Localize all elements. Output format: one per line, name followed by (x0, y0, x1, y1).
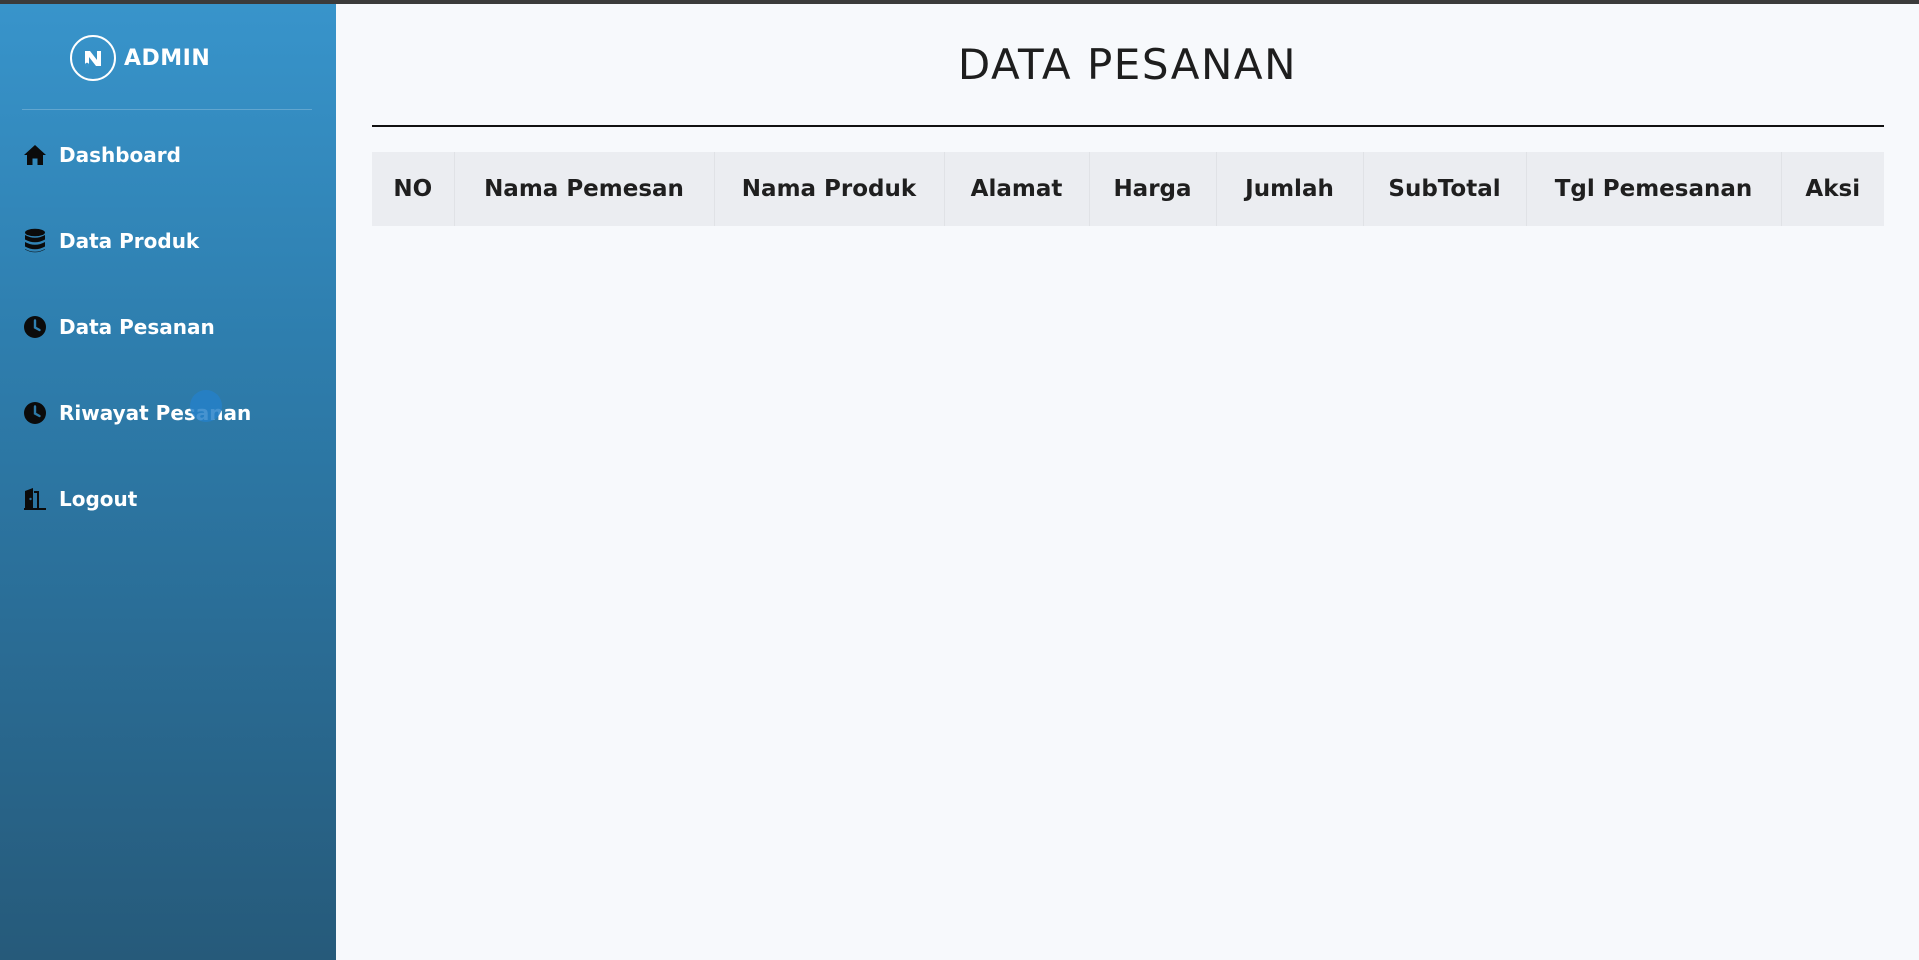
cursor-highlight (190, 390, 222, 422)
title-divider (372, 125, 1884, 127)
door-exit-icon (22, 486, 48, 512)
brand[interactable]: ADMIN (70, 34, 210, 82)
brand-logo-icon (70, 35, 116, 81)
column-header-no: NO (372, 152, 455, 226)
brand-name: ADMIN (124, 45, 211, 71)
home-icon (22, 142, 48, 168)
table-header-row: NO Nama Pemesan Nama Produk Alamat Harga… (372, 152, 1884, 226)
sidebar-item-label: Riwayat Pesanan (59, 401, 252, 425)
sidebar-item-logout[interactable]: Logout (22, 479, 137, 519)
database-icon (22, 228, 48, 254)
sidebar-item-data-produk[interactable]: Data Produk (22, 221, 199, 261)
sidebar-item-label: Logout (59, 487, 138, 511)
column-header-jumlah: Jumlah (1216, 152, 1364, 226)
sidebar-item-data-pesanan[interactable]: Data Pesanan (22, 307, 215, 347)
sidebar: ADMIN Dashboard Data Produk Data Pesanan… (0, 4, 336, 960)
main-content: DATA PESANAN NO Nama Pemesan Nama Produk (336, 4, 1919, 960)
clock-icon (22, 314, 48, 340)
column-header-tgl-pemesanan: Tgl Pemesanan (1526, 152, 1782, 226)
orders-table: NO Nama Pemesan Nama Produk Alamat Harga… (372, 152, 1884, 226)
clock-icon (22, 400, 48, 426)
sidebar-divider (22, 109, 312, 110)
column-header-nama-pemesan: Nama Pemesan (454, 152, 715, 226)
sidebar-item-label: Data Pesanan (59, 315, 215, 339)
column-header-nama-produk: Nama Produk (714, 152, 945, 226)
sidebar-item-label: Data Produk (59, 229, 200, 253)
column-header-subtotal: SubTotal (1363, 152, 1527, 226)
page-title: DATA PESANAN (957, 40, 1298, 89)
column-header-alamat: Alamat (944, 152, 1090, 226)
sidebar-item-dashboard[interactable]: Dashboard (22, 135, 181, 175)
sidebar-item-label: Dashboard (59, 143, 181, 167)
column-header-aksi: Aksi (1805, 176, 1861, 202)
column-header-harga: Harga (1089, 152, 1217, 226)
